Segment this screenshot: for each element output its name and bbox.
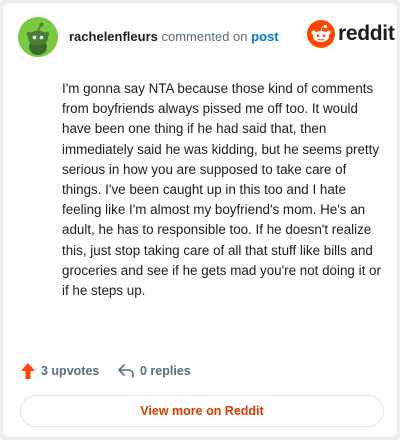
reddit-wordmark: reddit [338,22,395,45]
comment-byline: rachelenfleurs commented on post [69,29,279,44]
comment-body: I'm gonna say NTA because those kind of … [62,81,381,299]
reply-count: 0 replies [140,364,191,378]
upvote-count: 3 upvotes [41,364,100,378]
comment-embed-card: rachelenfleurs commented on post reddit … [2,2,398,438]
upvote-button[interactable]: 3 upvotes [20,360,99,382]
replies-button[interactable]: 0 replies [117,360,191,382]
post-link[interactable]: post [251,29,278,44]
upvote-arrow-icon [21,363,35,379]
reddit-brand[interactable]: reddit [307,20,395,48]
comment-header: rachelenfleurs commented on post reddit [18,17,395,57]
author-username[interactable]: rachelenfleurs [69,29,158,44]
reply-arrow-icon [118,364,134,378]
view-more-on-reddit-button[interactable]: View more on Reddit [20,395,384,427]
byline-action-text: commented on [161,29,248,44]
reddit-logo-icon [307,20,335,48]
snoo-avatar-icon[interactable] [18,17,58,57]
